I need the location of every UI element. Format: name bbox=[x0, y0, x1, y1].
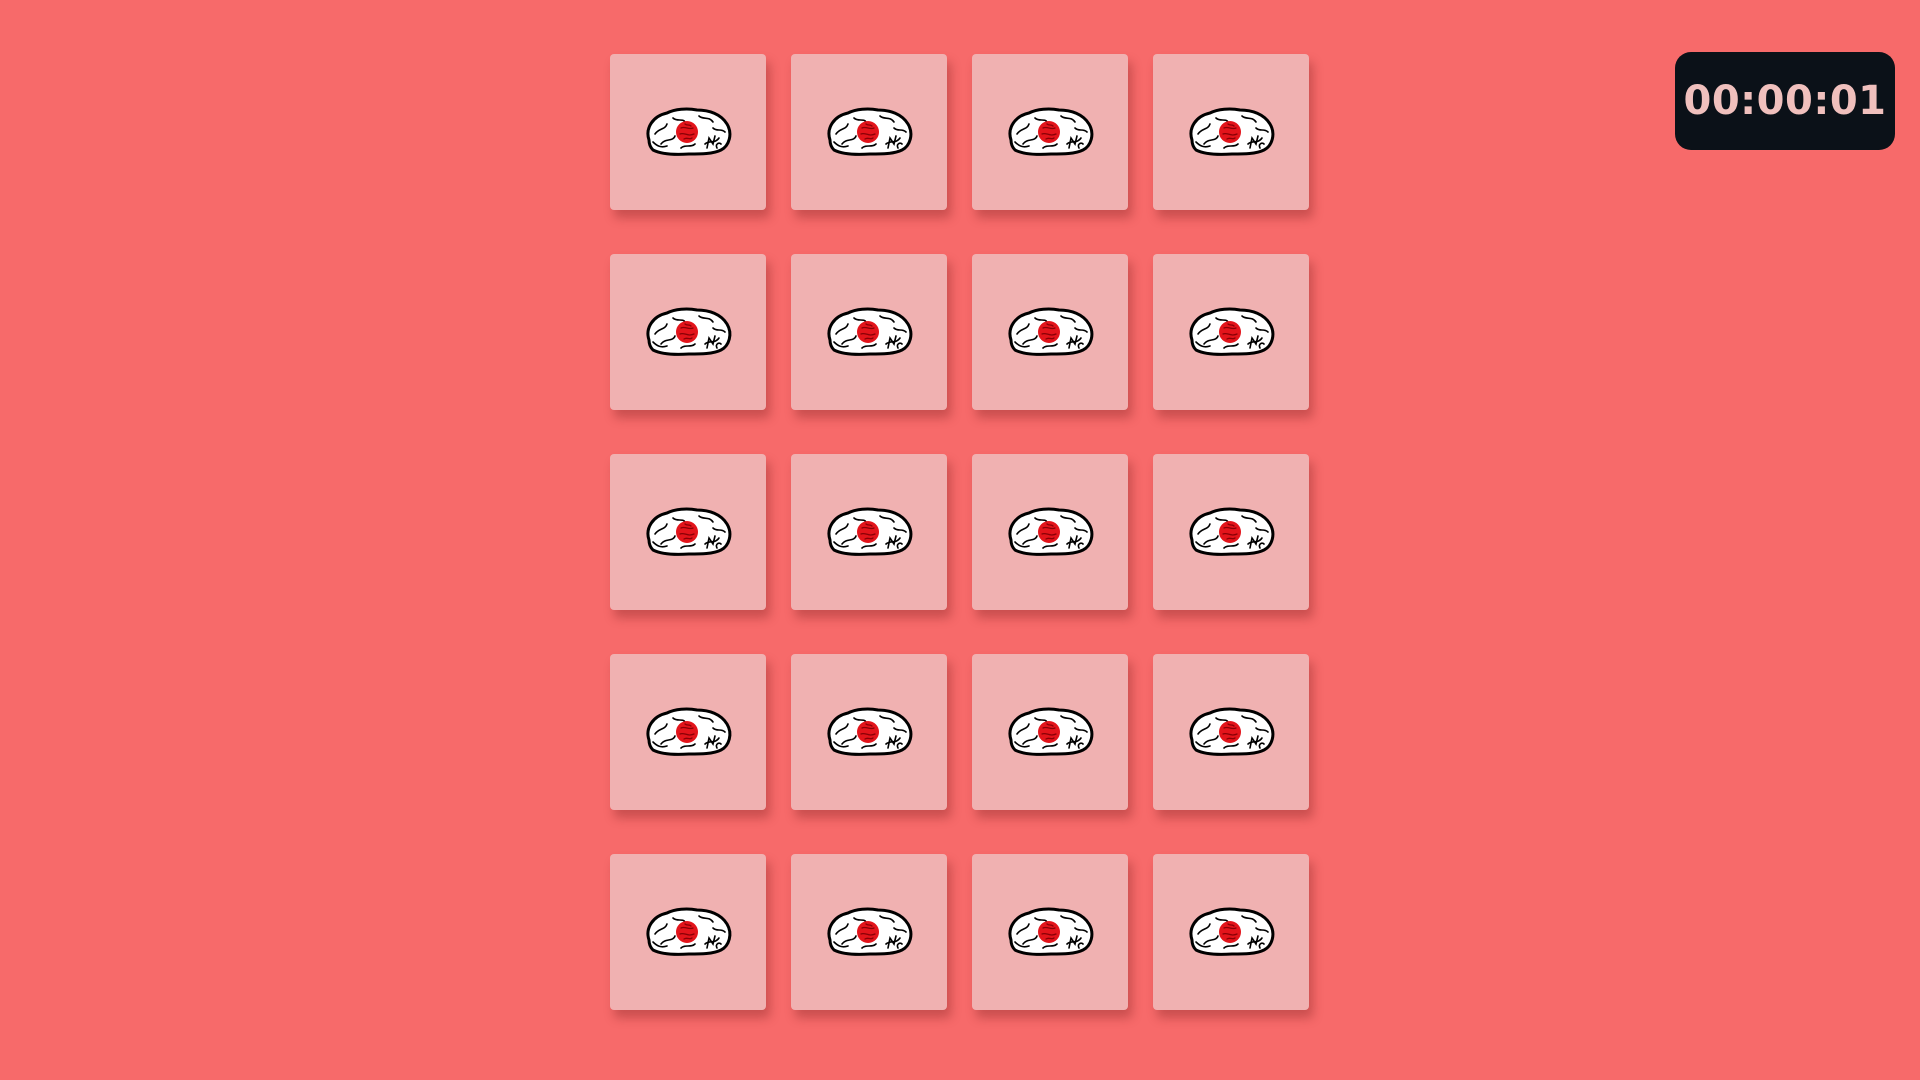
brain-icon bbox=[646, 307, 732, 356]
memory-card[interactable] bbox=[610, 54, 766, 210]
brain-icon bbox=[646, 907, 732, 956]
brain-icon bbox=[827, 907, 913, 956]
memory-card[interactable] bbox=[1153, 454, 1309, 610]
brain-icon bbox=[1189, 307, 1275, 356]
card-board bbox=[610, 54, 1309, 1010]
brain-icon bbox=[1189, 107, 1275, 156]
memory-card[interactable] bbox=[972, 654, 1128, 810]
memory-card[interactable] bbox=[791, 454, 947, 610]
brain-icon bbox=[827, 107, 913, 156]
brain-icon bbox=[827, 707, 913, 756]
memory-card[interactable] bbox=[972, 254, 1128, 410]
brain-icon bbox=[646, 507, 732, 556]
brain-icon bbox=[1008, 107, 1094, 156]
memory-card[interactable] bbox=[1153, 54, 1309, 210]
brain-icon bbox=[1008, 307, 1094, 356]
timer-text: 00:00:01 bbox=[1683, 78, 1887, 124]
memory-card[interactable] bbox=[791, 54, 947, 210]
brain-icon bbox=[1008, 707, 1094, 756]
brain-icon bbox=[1008, 507, 1094, 556]
brain-icon bbox=[1008, 907, 1094, 956]
brain-icon bbox=[646, 707, 732, 756]
memory-card[interactable] bbox=[791, 854, 947, 1010]
memory-card[interactable] bbox=[610, 654, 766, 810]
memory-card[interactable] bbox=[610, 454, 766, 610]
memory-card[interactable] bbox=[1153, 254, 1309, 410]
brain-icon bbox=[646, 107, 732, 156]
memory-card[interactable] bbox=[972, 854, 1128, 1010]
memory-card[interactable] bbox=[791, 654, 947, 810]
brain-icon bbox=[827, 307, 913, 356]
memory-card[interactable] bbox=[610, 254, 766, 410]
memory-card[interactable] bbox=[972, 454, 1128, 610]
memory-card[interactable] bbox=[1153, 854, 1309, 1010]
memory-card[interactable] bbox=[1153, 654, 1309, 810]
brain-icon bbox=[1189, 507, 1275, 556]
brain-icon bbox=[1189, 707, 1275, 756]
memory-card[interactable] bbox=[791, 254, 947, 410]
memory-card[interactable] bbox=[610, 854, 766, 1010]
brain-icon bbox=[827, 507, 913, 556]
brain-icon bbox=[1189, 907, 1275, 956]
game-page: 00:00:01 bbox=[0, 0, 1920, 1080]
memory-card[interactable] bbox=[972, 54, 1128, 210]
timer-display: 00:00:01 bbox=[1675, 52, 1895, 150]
